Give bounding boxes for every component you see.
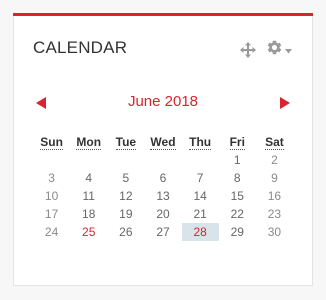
day-cell-empty xyxy=(107,151,144,169)
gear-icon xyxy=(266,39,283,61)
day-cell: 9 xyxy=(271,171,278,185)
day-cell: 18 xyxy=(82,207,96,221)
day-cell-today[interactable]: 28 xyxy=(181,223,219,241)
day-cell: 22 xyxy=(230,207,244,221)
day-cell-empty xyxy=(70,151,107,169)
day-cell-empty xyxy=(33,151,70,169)
day-cell: 8 xyxy=(233,171,241,185)
calendar-block: CALENDAR June 2018 Sun Mon Tue Wed Thu F… xyxy=(13,13,313,286)
weekday-header: Sun xyxy=(40,135,63,150)
weekday-header: Mon xyxy=(76,135,102,150)
next-month-arrow[interactable] xyxy=(280,97,290,109)
day-cell: 5 xyxy=(122,171,130,185)
day-cell: 24 xyxy=(44,225,59,239)
day-cell: 17 xyxy=(44,207,59,221)
weekday-header: Tue xyxy=(115,135,137,150)
week-row: 10 11 12 13 14 15 16 xyxy=(33,187,293,205)
weekday-header: Sat xyxy=(265,135,284,150)
day-cell-empty xyxy=(144,151,181,169)
day-cell: 30 xyxy=(267,225,282,239)
week-row: 24 25 26 27 28 29 30 xyxy=(33,223,293,241)
block-controls xyxy=(240,39,292,61)
day-cell: 14 xyxy=(193,189,207,203)
week-row: 17 18 19 20 21 22 23 xyxy=(33,205,293,223)
day-cell: 7 xyxy=(196,171,204,185)
day-cell: 27 xyxy=(156,225,170,239)
weekday-header-row: Sun Mon Tue Wed Thu Fri Sat xyxy=(33,133,293,151)
day-cell: 6 xyxy=(159,171,167,185)
day-cell-empty xyxy=(182,151,219,169)
day-cell-event[interactable]: 25 xyxy=(70,223,107,241)
weekday-header: Wed xyxy=(150,135,176,150)
day-cell: 1 xyxy=(233,153,241,167)
day-cell: 4 xyxy=(85,171,93,185)
weekday-header: Thu xyxy=(189,135,212,150)
week-row: 1 2 xyxy=(33,151,293,169)
settings-menu-button[interactable] xyxy=(266,39,292,61)
day-cell: 26 xyxy=(119,225,133,239)
day-cell: 12 xyxy=(119,189,133,203)
day-cell: 16 xyxy=(267,189,282,203)
month-navigation: June 2018 xyxy=(14,93,312,113)
day-cell: 13 xyxy=(156,189,170,203)
week-row: 3 4 5 6 7 8 9 xyxy=(33,169,293,187)
day-cell: 23 xyxy=(267,207,282,221)
block-title: CALENDAR xyxy=(33,38,128,57)
day-cell: 19 xyxy=(119,207,133,221)
day-cell: 20 xyxy=(156,207,170,221)
day-cell: 29 xyxy=(230,225,244,239)
current-month-link[interactable]: June 2018 xyxy=(14,93,312,110)
day-cell: 3 xyxy=(48,171,55,185)
day-cell: 15 xyxy=(230,189,244,203)
caret-down-icon xyxy=(285,41,292,59)
day-cell: 2 xyxy=(271,153,278,167)
day-cell: 11 xyxy=(82,189,95,203)
move-icon[interactable] xyxy=(240,42,256,58)
weekday-header: Fri xyxy=(229,135,245,150)
day-cell: 10 xyxy=(44,189,59,203)
block-top-accent xyxy=(13,13,313,16)
day-cell: 21 xyxy=(193,207,207,221)
calendar-grid: Sun Mon Tue Wed Thu Fri Sat 1 2 3 4 5 6 … xyxy=(33,133,293,241)
